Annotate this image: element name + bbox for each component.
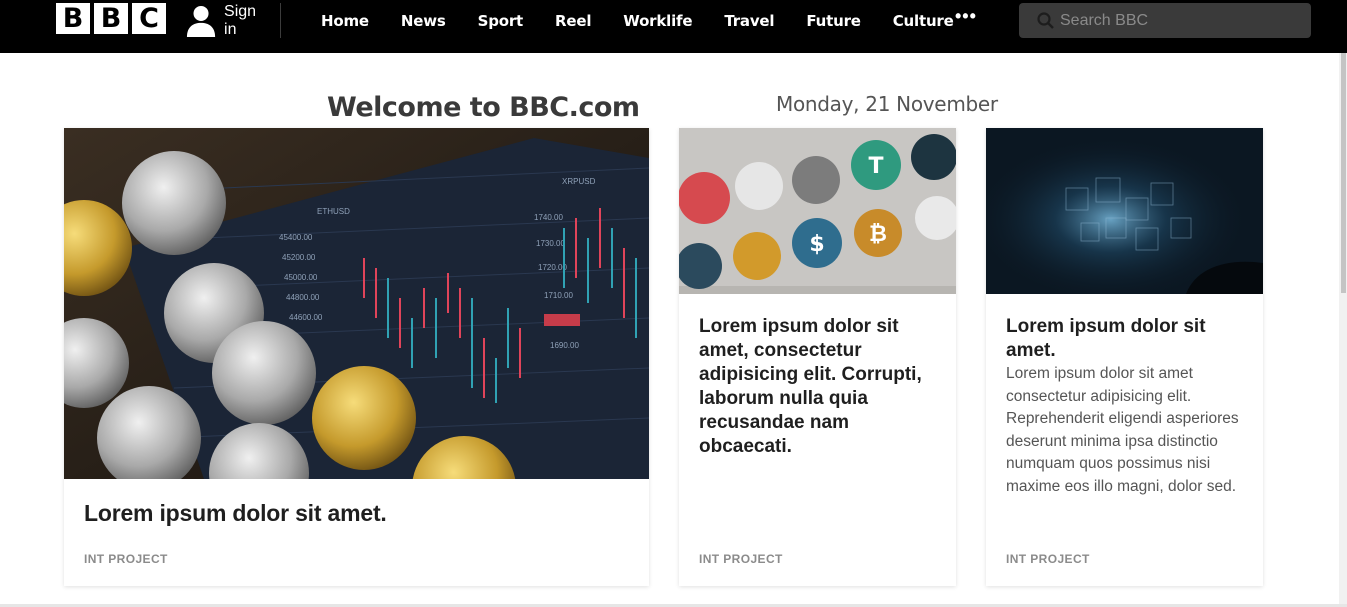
crypto-tokens-image: T ₿ $ [679, 128, 956, 294]
svg-text:44600.00: 44600.00 [289, 313, 323, 322]
top-navigation-bar: B B C Sign in Home News Sport Reel Workl… [0, 0, 1347, 53]
card-tag: INT PROJECT [699, 552, 783, 566]
svg-text:₿: ₿ [869, 222, 887, 247]
svg-text:45200.00: 45200.00 [282, 253, 316, 262]
svg-text:1710.00: 1710.00 [544, 291, 573, 300]
svg-text:XRPUSD: XRPUSD [562, 177, 596, 186]
crypto-chart-image: 45400.00 45200.00 45000.00 44800.00 44600.… [64, 128, 649, 479]
card-tag: INT PROJECT [84, 552, 168, 566]
nav-home[interactable]: Home [305, 12, 385, 30]
svg-text:ETHUSD: ETHUSD [317, 207, 350, 216]
welcome-title: Welcome to BBC.com [327, 92, 640, 123]
nav-worklife[interactable]: Worklife [607, 12, 708, 30]
bbc-logo[interactable]: B B C [56, 3, 166, 34]
card-description: Lorem ipsum dolor sit amet consectetur a… [1006, 365, 1239, 495]
more-menu-button[interactable]: ••• [955, 6, 977, 35]
search-icon [1037, 12, 1054, 29]
current-date: Monday, 21 November [776, 92, 998, 116]
featured-article-card[interactable]: 45400.00 45200.00 45000.00 44800.00 44600.… [64, 128, 649, 586]
logo-letter-b1: B [56, 3, 90, 34]
card-tag: INT PROJECT [1006, 552, 1090, 566]
svg-text:1690.00: 1690.00 [550, 341, 579, 350]
card-title[interactable]: Lorem ipsum dolor sit amet, consectetur … [699, 315, 931, 459]
nav-sport[interactable]: Sport [462, 12, 539, 30]
svg-text:T: T [868, 154, 883, 179]
svg-text:45400.00: 45400.00 [279, 233, 313, 242]
nav-travel[interactable]: Travel [708, 12, 790, 30]
blockchain-network-image [986, 128, 1263, 294]
nav-future[interactable]: Future [790, 12, 876, 30]
card-title[interactable]: Lorem ipsum dolor sit amet. [1006, 315, 1246, 363]
article-card[interactable]: Lorem ipsum dolor sit amet. Lorem ipsum … [986, 128, 1263, 586]
search-input[interactable] [1060, 11, 1300, 30]
nav-reel[interactable]: Reel [539, 12, 607, 30]
user-icon [186, 5, 216, 37]
logo-letter-c: C [132, 3, 166, 34]
nav-news[interactable]: News [385, 12, 462, 30]
page-scrollbar-thumb[interactable] [1341, 53, 1346, 293]
svg-text:$: $ [809, 232, 824, 257]
main-nav: Home News Sport Reel Worklife Travel Fut… [305, 0, 970, 41]
sign-in-button[interactable]: Sign in [186, 3, 281, 38]
card-title[interactable]: Lorem ipsum dolor sit amet. [84, 500, 387, 527]
logo-letter-b2: B [94, 3, 128, 34]
svg-text:1730.00: 1730.00 [536, 239, 565, 248]
svg-text:45000.00: 45000.00 [284, 273, 318, 282]
sign-in-label: Sign in [224, 2, 257, 38]
search-box[interactable] [1019, 3, 1311, 38]
svg-text:1740.00: 1740.00 [534, 213, 563, 222]
article-card[interactable]: T ₿ $ Lorem ipsum dolor sit amet, consecte… [679, 128, 956, 586]
svg-text:44800.00: 44800.00 [286, 293, 320, 302]
